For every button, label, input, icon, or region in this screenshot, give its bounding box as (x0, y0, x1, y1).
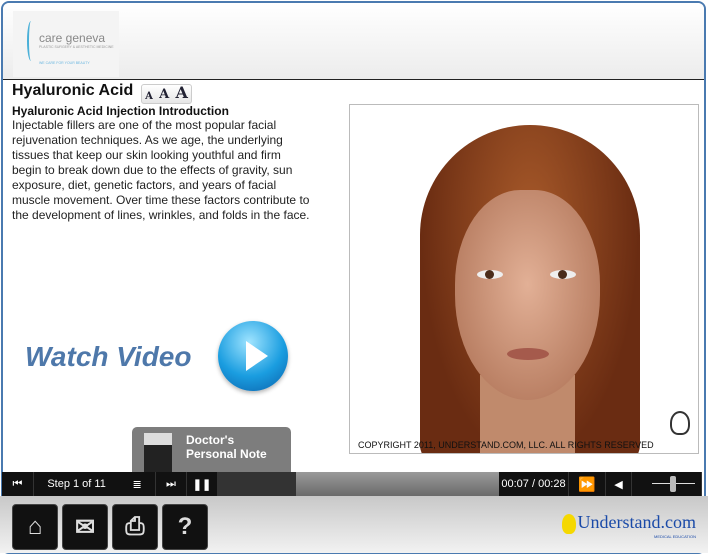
pause-button[interactable]: ❚❚ (187, 472, 218, 496)
watch-video-link[interactable]: Watch Video (25, 341, 191, 373)
section-heading: Hyaluronic Acid Injection Introduction (12, 104, 229, 118)
copyright: COPYRIGHT 2011, UNDERSTAND.COM, LLC. ALL… (358, 440, 654, 450)
font-size-selector: A A A (141, 83, 192, 104)
right-eye (550, 270, 576, 279)
help-icon: ? (177, 513, 193, 540)
time-display: 00:07 / 00:28 (499, 472, 569, 496)
fast-forward-button[interactable]: ⏩ (569, 472, 606, 496)
step-label: Step 1 of 11 (47, 478, 106, 490)
play-video-button[interactable] (218, 321, 288, 391)
home-icon: ⌂ (27, 513, 43, 540)
printer-icon: ⎙ (125, 513, 145, 540)
face-illustration: COPYRIGHT 2011, UNDERSTAND.COM, LLC. ALL… (349, 104, 699, 454)
font-large-button[interactable]: A (175, 83, 187, 102)
envelope-icon: ✉ (74, 513, 96, 541)
volume-knob[interactable] (670, 476, 676, 492)
progress-buffer (296, 472, 499, 496)
doctor-note-label: Doctor's Personal Note (186, 433, 267, 461)
player-controls: ⏮ Step 1 of 11 ≣ ⏭ ❚❚ 00:07 / 00:28 ⏩ ◀ (2, 472, 702, 496)
page-title: Hyaluronic Acid (12, 82, 134, 99)
face (455, 190, 600, 400)
chapter-list-icon[interactable]: ≣ (132, 478, 141, 491)
lightbulb-icon (561, 513, 576, 534)
doctor-note-line2: Personal Note (186, 447, 267, 461)
step-indicator: Step 1 of 11 ≣ (34, 472, 156, 496)
doctor-avatar (144, 433, 172, 473)
progress-bar[interactable] (218, 472, 499, 496)
audio-head-icon[interactable] (670, 411, 690, 435)
doctor-note-tab[interactable]: Doctor's Personal Note (132, 427, 291, 475)
email-button[interactable]: ✉ (62, 504, 108, 550)
understand-logo[interactable]: Understand.com MEDICAL EDUCATION (561, 512, 696, 539)
font-medium-button[interactable]: A (159, 87, 169, 102)
left-eye (477, 270, 503, 279)
brand-sub: MEDICAL EDUCATION (653, 533, 696, 539)
next-step-button[interactable]: ⏭ (156, 472, 187, 496)
lips (507, 348, 549, 360)
logo-name: care geneva (39, 31, 106, 45)
header: care geneva PLASTIC SURGERY & AESTHETIC … (3, 3, 704, 80)
help-button[interactable]: ? (162, 504, 208, 550)
footer: ⌂ ✉ ⎙ ? Understand.com MEDICAL EDUCATION (0, 496, 708, 553)
logo-swoosh-icon (27, 21, 35, 61)
volume-slider[interactable] (632, 472, 702, 496)
font-small-button[interactable]: A (145, 91, 153, 102)
body-text: Injectable fillers are one of the most p… (12, 118, 310, 222)
care-geneva-logo: care geneva PLASTIC SURGERY & AESTHETIC … (13, 11, 119, 77)
logo-tagline: WE CARE FOR YOUR BEAUTY (39, 61, 90, 65)
doctor-note-line1: Doctor's (186, 433, 235, 447)
print-button[interactable]: ⎙ (112, 504, 158, 550)
home-button[interactable]: ⌂ (12, 504, 58, 550)
logo-subtitle: PLASTIC SURGERY & AESTHETIC MEDICINE (39, 45, 114, 49)
rewind-start-button[interactable]: ⏮ (2, 472, 34, 496)
volume-icon[interactable]: ◀ (606, 472, 632, 496)
brand-name: Understand.com (577, 512, 696, 532)
